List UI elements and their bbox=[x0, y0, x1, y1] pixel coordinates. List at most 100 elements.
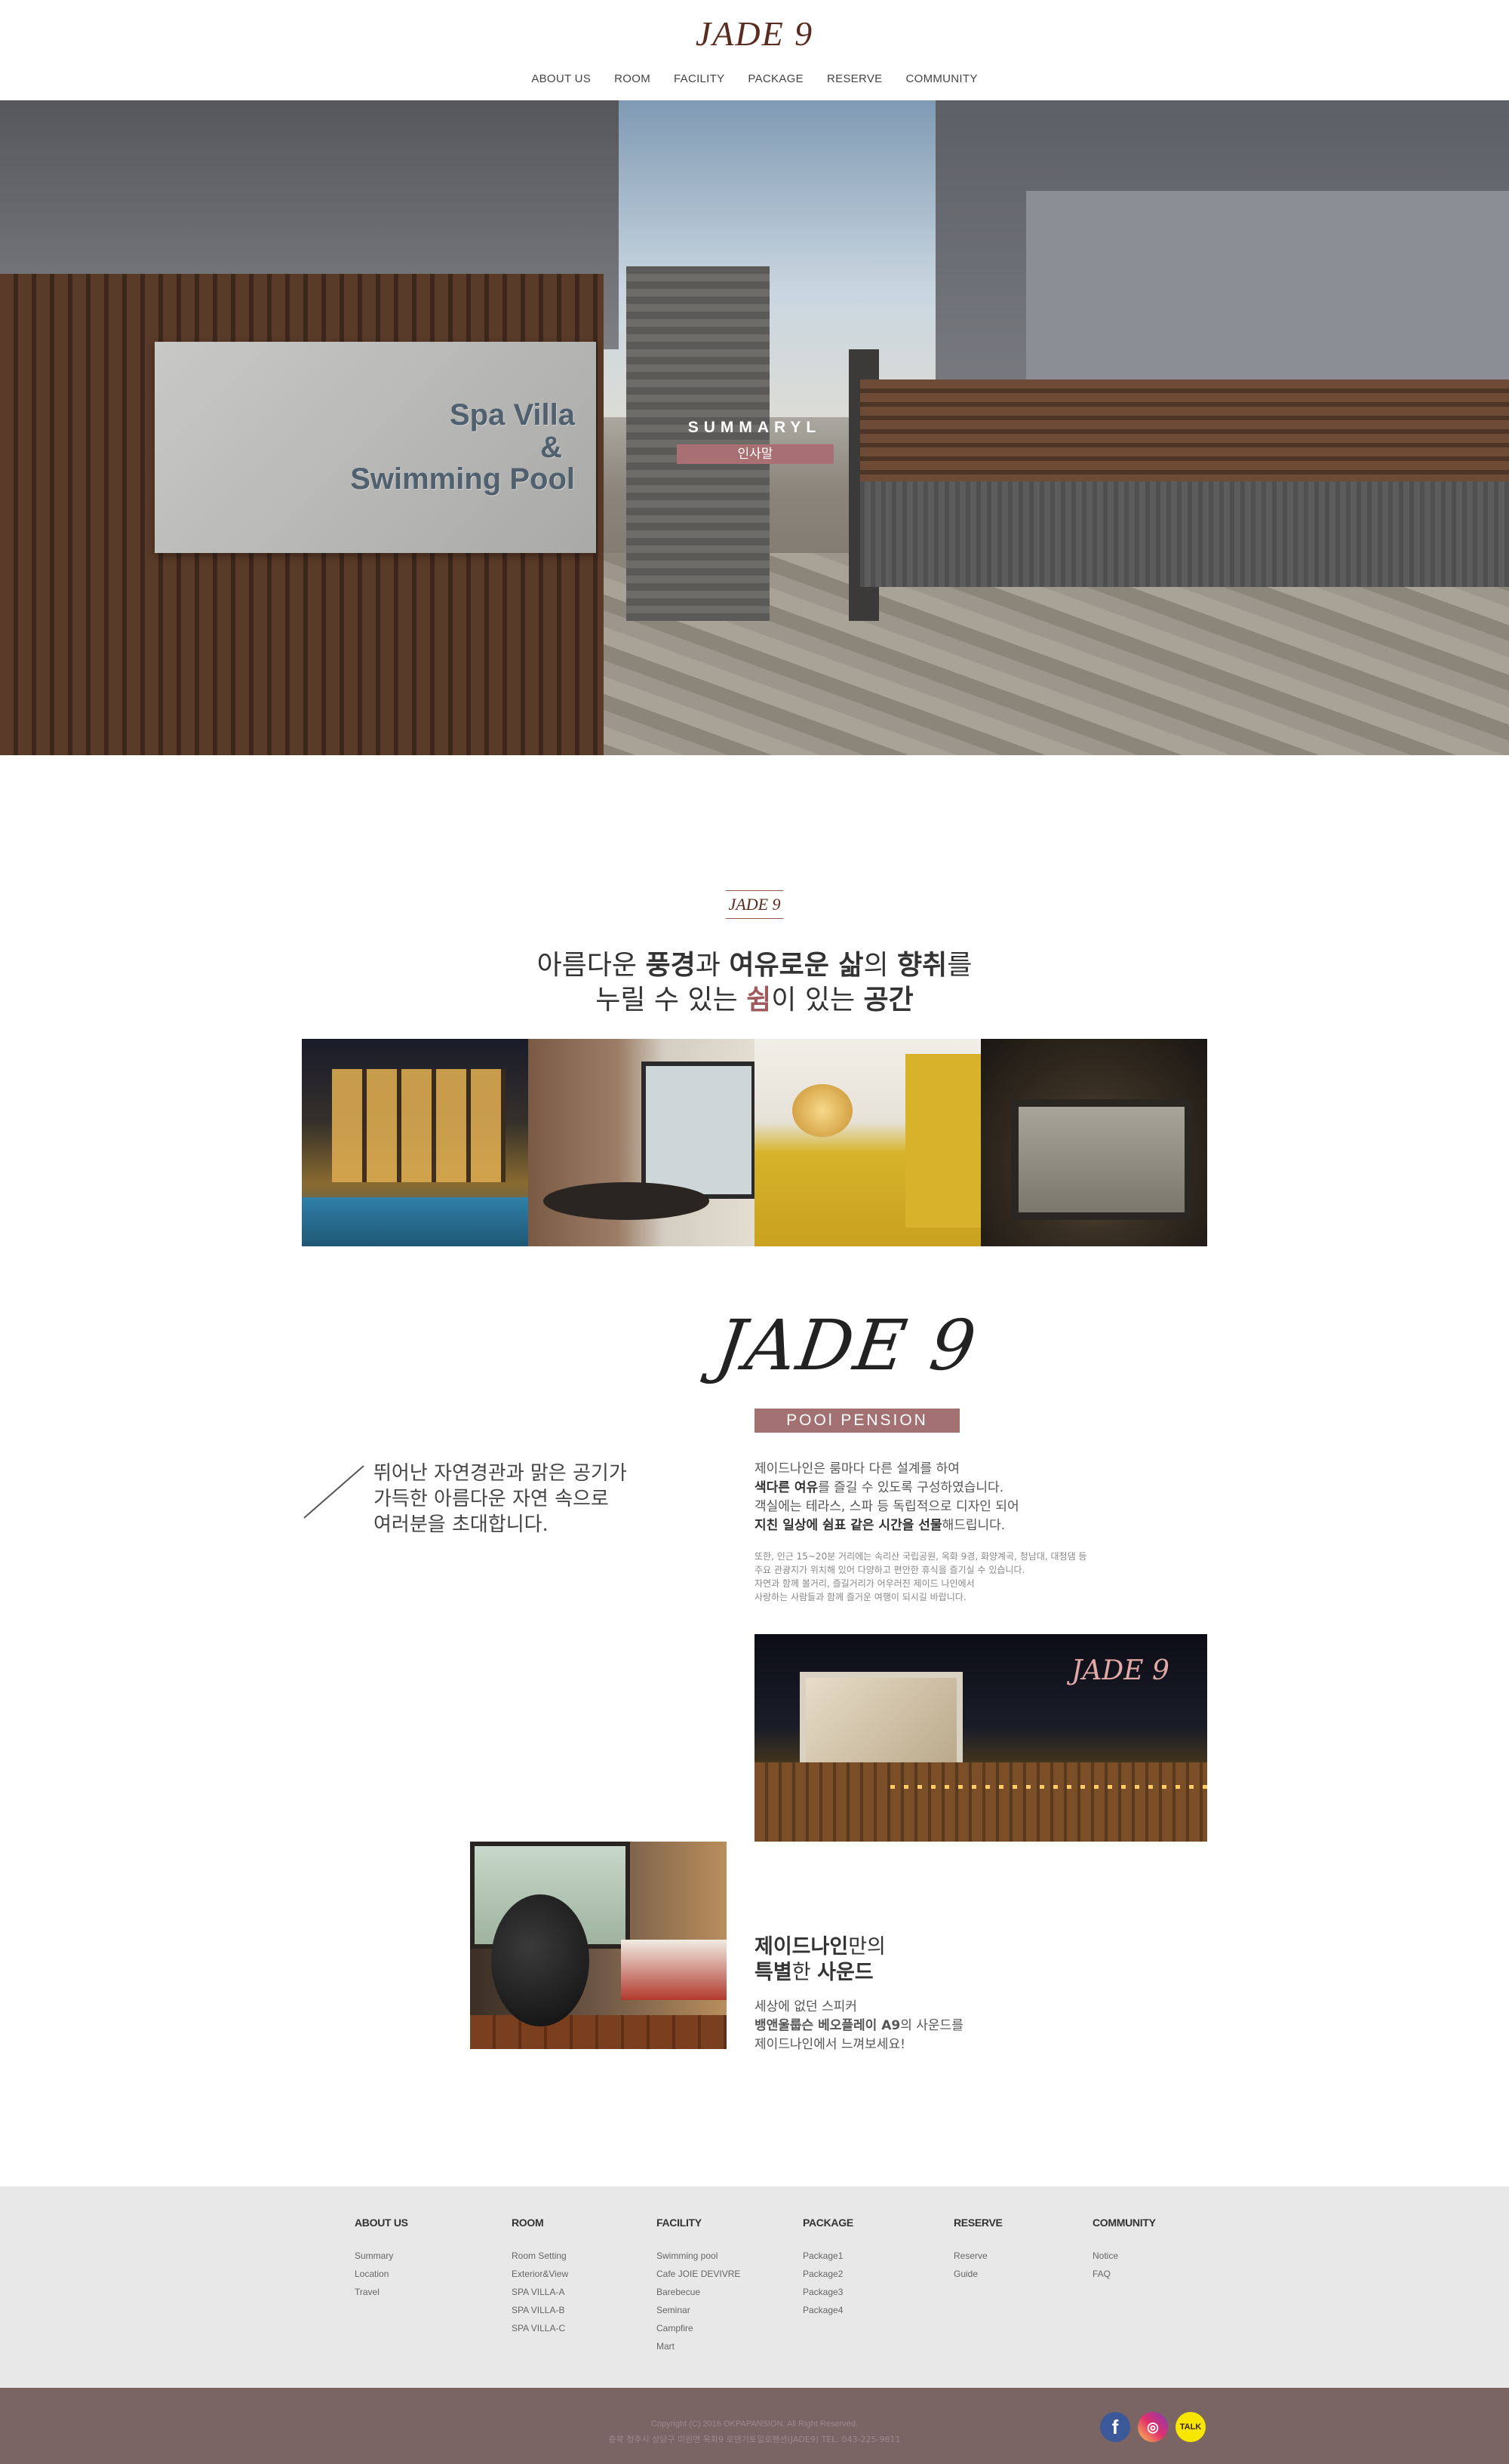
footer-link[interactable]: Room Setting bbox=[512, 2247, 568, 2265]
footer-col-reserve: RESERVE Reserve Guide bbox=[954, 2217, 1003, 2283]
footer-col-about-us: ABOUT US Summary Location Travel bbox=[355, 2217, 408, 2301]
slash-line-icon bbox=[303, 1465, 364, 1519]
cinema-lights bbox=[890, 1785, 1207, 1789]
kitchen-photo bbox=[754, 1039, 981, 1246]
sound-desc-emphasis: 뱅앤울룹슨 베오플레이 A9 bbox=[754, 2018, 901, 2033]
footer-link[interactable]: Package2 bbox=[803, 2265, 853, 2283]
facebook-icon[interactable]: f bbox=[1100, 2412, 1130, 2442]
intro-text: 아름다운 bbox=[536, 950, 646, 981]
sound-title-emphasis: 특별 bbox=[754, 1961, 792, 1984]
footer-link[interactable]: Notice bbox=[1093, 2247, 1156, 2265]
footer-col-facility: FACILITY Swimming pool Cafe JOIE DEVIVRE… bbox=[656, 2217, 740, 2355]
pool-pension-badge: POOl PENSION bbox=[754, 1409, 960, 1433]
invitation-line2: 가득한 아름다운 자연 속으로 bbox=[373, 1488, 609, 1510]
intro-text: 이 있는 bbox=[771, 985, 864, 1015]
site-footer: ABOUT US Summary Location Travel ROOM Ro… bbox=[0, 2186, 1509, 2388]
footer-link[interactable]: SPA VILLA-B bbox=[512, 2301, 568, 2319]
sign-text-line3: Swimming Pool bbox=[350, 462, 575, 496]
footer-heading[interactable]: ABOUT US bbox=[355, 2217, 408, 2229]
footer-link[interactable]: Location bbox=[355, 2265, 408, 2283]
footer-bottom-bar: Copyright (C) 2016 OKPAPANSION. All Righ… bbox=[0, 2388, 1509, 2464]
nav-about-us[interactable]: ABOUT US bbox=[531, 72, 591, 85]
footer-link[interactable]: Swimming pool bbox=[656, 2247, 740, 2265]
kakaotalk-icon[interactable]: TALK bbox=[1176, 2412, 1206, 2442]
footer-heading[interactable]: COMMUNITY bbox=[1093, 2217, 1156, 2229]
footer-link[interactable]: SPA VILLA-A bbox=[512, 2283, 568, 2301]
footer-link[interactable]: Seminar bbox=[656, 2301, 740, 2319]
nav-package[interactable]: PACKAGE bbox=[748, 72, 804, 85]
intro-text: 누릴 수 있는 bbox=[595, 985, 747, 1015]
description-line2: 색다른 여유를 즐길 수 있도록 구성하였습니다. bbox=[754, 1476, 1003, 1495]
sound-desc-text: 의 사운드를 bbox=[900, 2018, 963, 2033]
footer-link[interactable]: Package4 bbox=[803, 2301, 853, 2319]
footer-link[interactable]: Cafe JOIE DEVIVRE bbox=[656, 2265, 740, 2283]
nav-reserve[interactable]: RESERVE bbox=[827, 72, 883, 85]
sound-title-emphasis: 사운드 bbox=[817, 1961, 874, 1984]
footer-link[interactable]: Guide bbox=[954, 2265, 1003, 2283]
spa-bath-photo bbox=[981, 1039, 1207, 1246]
description-text: 객실에는 테라스, 스파 등 독립적으로 디자인 되어 bbox=[754, 1499, 1019, 1514]
sound-desc-line3: 제이드나인에서 느껴보세요! bbox=[754, 2037, 905, 2052]
description-text: 제이드나인은 룸마다 다른 설계를 하여 bbox=[754, 1461, 960, 1476]
footer-link[interactable]: Package3 bbox=[803, 2283, 853, 2301]
footer-link[interactable]: Exterior&View bbox=[512, 2265, 568, 2283]
instagram-icon[interactable]: ◎ bbox=[1138, 2412, 1168, 2442]
cinema-screen bbox=[800, 1672, 963, 1774]
sound-title-line2: 특별한 사운드 bbox=[754, 1956, 874, 1985]
hero-banner: Spa Villa & Swimming Pool SUMMARYL 인사말 bbox=[0, 100, 1509, 755]
intro-emphasis: 향취 bbox=[897, 950, 948, 981]
footer-heading[interactable]: PACKAGE bbox=[803, 2217, 853, 2229]
photo-strip bbox=[302, 1039, 1207, 1246]
intro-text: 를 bbox=[947, 950, 973, 981]
cinema-deck bbox=[754, 1762, 1207, 1842]
sign-text-line2: & bbox=[540, 431, 562, 464]
address-text: 충북 청주시 상당구 미원면 옥화9 로덴기토일로펜션(JADE9) TEL: … bbox=[608, 2435, 901, 2444]
footer-link[interactable]: Campfire bbox=[656, 2319, 740, 2337]
description-emphasis: 색다른 여유 bbox=[754, 1480, 819, 1495]
nav-room[interactable]: ROOM bbox=[614, 72, 650, 85]
nav-community[interactable]: COMMUNITY bbox=[905, 72, 977, 85]
intro-text: 과 bbox=[695, 950, 730, 981]
nav-facility[interactable]: FACILITY bbox=[674, 72, 724, 85]
intro-emphasis: 여유로운 삶 bbox=[729, 950, 864, 981]
footer-heading[interactable]: RESERVE bbox=[954, 2217, 1003, 2229]
detail-line3: 자연과 함께 볼거리, 즐길거리가 어우러진 제이드 나인에서 bbox=[754, 1578, 975, 1589]
sound-desc-line1: 세상에 없던 스피커 bbox=[754, 1999, 857, 2014]
footer-heading[interactable]: FACILITY bbox=[656, 2217, 740, 2229]
copyright-text: Copyright (C) 2016 OKPAPANSION. All Righ… bbox=[650, 2419, 859, 2429]
main-nav: ABOUT US ROOM FACILITY PACKAGE RESERVE C… bbox=[0, 72, 1509, 85]
intro-emphasis: 공간 bbox=[863, 985, 914, 1015]
footer-link[interactable]: SPA VILLA-C bbox=[512, 2319, 568, 2337]
footer-link[interactable]: Reserve bbox=[954, 2247, 1003, 2265]
villa-sign: Spa Villa & Swimming Pool bbox=[155, 342, 596, 553]
hero-subtitle-badge: 인사말 bbox=[677, 444, 834, 464]
description-text: 를 즐길 수 있도록 구성하였습니다. bbox=[818, 1480, 1004, 1495]
footer-link[interactable]: Package1 bbox=[803, 2247, 853, 2265]
site-header: JADE 9 ABOUT US ROOM FACILITY PACKAGE RE… bbox=[0, 0, 1509, 100]
intro-logo: JADE 9 bbox=[726, 890, 783, 919]
footer-col-community: COMMUNITY Notice FAQ bbox=[1093, 2217, 1156, 2283]
footer-link[interactable]: Mart bbox=[656, 2337, 740, 2355]
hero-stone-wall bbox=[860, 481, 1509, 587]
hero-stairs bbox=[626, 266, 770, 621]
footer-heading[interactable]: ROOM bbox=[512, 2217, 568, 2229]
sign-text-line1: Spa Villa bbox=[449, 398, 575, 432]
jade9-script-logo: JADE 9 bbox=[711, 1305, 982, 1386]
footer-link[interactable]: Barebecue bbox=[656, 2283, 740, 2301]
detail-line2: 주요 관광지가 위치해 있어 다양하고 편안한 휴식을 즐기실 수 있습니다. bbox=[754, 1565, 1025, 1575]
footer-col-package: PACKAGE Package1 Package2 Package3 Packa… bbox=[803, 2217, 853, 2319]
detail-line4: 사랑하는 사람들과 함께 즐거운 여행이 되시길 바랍니다. bbox=[754, 1592, 967, 1602]
hero-title: SUMMARYL bbox=[687, 419, 822, 436]
intro-text: 의 bbox=[863, 950, 898, 981]
room-floor bbox=[470, 2015, 727, 2049]
hero-building-upper bbox=[1026, 191, 1509, 387]
footer-link[interactable]: FAQ bbox=[1093, 2265, 1156, 2283]
footer-link[interactable]: Summary bbox=[355, 2247, 408, 2265]
footer-link[interactable]: Travel bbox=[355, 2283, 408, 2301]
sound-title-text: 한 bbox=[791, 1961, 818, 1984]
room-bed bbox=[621, 1940, 727, 2000]
description-line1: 제이드나인은 룸마다 다른 설계를 하여 bbox=[754, 1458, 960, 1476]
invitation-line1: 뛰어난 자연경관과 맑은 공기가 bbox=[373, 1462, 627, 1485]
site-logo[interactable]: JADE 9 bbox=[0, 14, 1509, 54]
description-text: 해드립니다. bbox=[942, 1518, 1006, 1533]
